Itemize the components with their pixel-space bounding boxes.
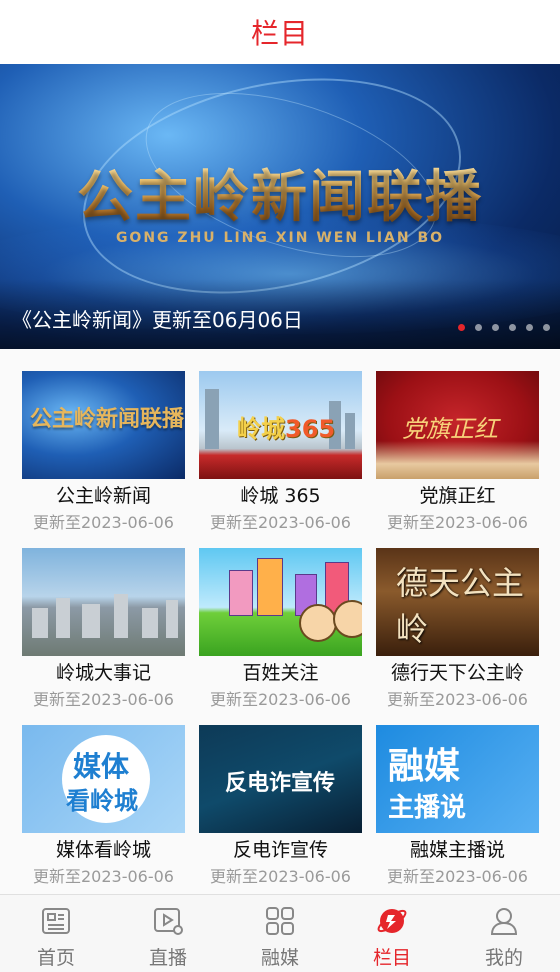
live-video-icon xyxy=(154,908,183,935)
tab-label: 首页 xyxy=(36,947,75,969)
thumbnail-title: 媒体 xyxy=(73,750,130,783)
thumbnail-subtitle: 看岭城 xyxy=(66,787,138,815)
program-card[interactable]: 岭城365 岭城 365 更新至2023-06-06 xyxy=(199,371,362,533)
cartoon-face xyxy=(333,600,362,638)
program-thumbnail[interactable] xyxy=(22,548,185,656)
banner-carousel[interactable]: 公主岭新闻联播 GONG ZHU LING XIN WEN LIAN BO 《公… xyxy=(0,64,560,349)
cartoon-face xyxy=(299,604,337,642)
home-doc-icon xyxy=(42,908,70,934)
grid-icon xyxy=(266,907,294,935)
carousel-dot[interactable] xyxy=(543,324,550,331)
program-card[interactable]: 岭城大事记 更新至2023-06-06 xyxy=(22,548,185,710)
banner-caption: 《公主岭新闻》更新至06月06日 xyxy=(12,308,303,332)
building-shape xyxy=(32,608,48,638)
program-thumbnail[interactable]: 党旗正红 xyxy=(376,371,539,479)
program-update-date: 更新至2023-06-06 xyxy=(33,867,174,886)
bottom-tab-bar: 首页 直播 融媒 栏目 我的 xyxy=(0,894,560,972)
tab-label: 直播 xyxy=(148,947,187,969)
program-card[interactable]: 反电诈宣传 反电诈宣传 更新至2023-06-06 xyxy=(199,725,362,887)
program-update-date: 更新至2023-06-06 xyxy=(387,513,528,532)
building-shape xyxy=(205,389,219,449)
program-update-date: 更新至2023-06-06 xyxy=(33,513,174,532)
carousel-indicators xyxy=(458,324,550,331)
carousel-dot[interactable] xyxy=(475,324,482,331)
program-thumbnail[interactable] xyxy=(199,548,362,656)
program-card[interactable]: 媒体 看岭城 媒体看岭城 更新至2023-06-06 xyxy=(22,725,185,887)
program-update-date: 更新至2023-06-06 xyxy=(210,867,351,886)
thumbnail-title: 公主岭新闻联播 xyxy=(30,406,185,432)
program-card[interactable]: 百姓关注 更新至2023-06-06 xyxy=(199,548,362,710)
building-shape xyxy=(229,570,253,616)
program-card[interactable]: 德天公主岭 德行天下公主岭 更新至2023-06-06 xyxy=(376,548,539,710)
cloud-wave xyxy=(376,441,539,479)
program-name: 德行天下公主岭 xyxy=(390,662,524,684)
building-shape xyxy=(114,594,128,638)
thumbnail-subtitle: 主播说 xyxy=(388,793,467,823)
program-thumbnail[interactable]: 德天公主岭 xyxy=(376,548,539,656)
thumbnail-title: 党旗正红 xyxy=(402,415,498,443)
tab-label: 栏目 xyxy=(372,947,411,969)
program-name: 公主岭新闻 xyxy=(55,485,151,507)
carousel-dot[interactable] xyxy=(509,324,516,331)
program-update-date: 更新至2023-06-06 xyxy=(33,690,174,709)
page-title: 栏目 xyxy=(250,17,309,50)
banner-pinyin: GONG ZHU LING XIN WEN LIAN BO xyxy=(115,230,445,246)
building-shape xyxy=(142,608,158,638)
program-grid: 公主岭新闻联播 公主岭新闻 更新至2023-06-06 岭城365 岭城 365… xyxy=(0,349,560,894)
user-icon xyxy=(490,908,518,935)
carousel-dot[interactable] xyxy=(526,324,533,331)
program-thumbnail[interactable]: 融媒 主播说 xyxy=(376,725,539,833)
tab-home[interactable]: 首页 xyxy=(0,895,112,972)
top-header: 栏目 xyxy=(0,0,560,65)
building-shape xyxy=(56,598,70,638)
program-thumbnail[interactable]: 公主岭新闻联播 xyxy=(22,371,185,479)
tab-label: 我的 xyxy=(484,947,523,969)
thumbnail-title: 反电诈宣传 xyxy=(225,771,336,796)
thumbnail-title: 融媒 xyxy=(388,746,461,787)
program-name: 媒体看岭城 xyxy=(55,839,151,861)
building-shape xyxy=(345,413,355,449)
program-name: 党旗正红 xyxy=(419,485,496,507)
thumbnail-title: 岭城365 xyxy=(237,415,336,443)
building-shape xyxy=(82,604,100,638)
program-name: 岭城 365 xyxy=(240,485,321,507)
program-update-date: 更新至2023-06-06 xyxy=(387,690,528,709)
program-update-date: 更新至2023-06-06 xyxy=(210,690,351,709)
program-thumbnail[interactable]: 岭城365 xyxy=(199,371,362,479)
program-update-date: 更新至2023-06-06 xyxy=(210,513,351,532)
program-card[interactable]: 党旗正红 党旗正红 更新至2023-06-06 xyxy=(376,371,539,533)
column-planet-icon xyxy=(377,909,407,933)
tab-columns[interactable]: 栏目 xyxy=(336,895,448,972)
program-card[interactable]: 公主岭新闻联播 公主岭新闻 更新至2023-06-06 xyxy=(22,371,185,533)
program-name: 反电诈宣传 xyxy=(232,839,328,861)
carousel-dot[interactable] xyxy=(492,324,499,331)
tab-live[interactable]: 直播 xyxy=(112,895,224,972)
building-shape xyxy=(166,600,178,638)
building-shape xyxy=(257,558,283,616)
tab-profile[interactable]: 我的 xyxy=(448,895,560,972)
program-card[interactable]: 融媒 主播说 融媒主播说 更新至2023-06-06 xyxy=(376,725,539,887)
program-name: 百姓关注 xyxy=(242,662,319,684)
tab-label: 融媒 xyxy=(260,947,299,969)
banner-title: 公主岭新闻联播 xyxy=(70,152,490,233)
program-update-date: 更新至2023-06-06 xyxy=(387,867,528,886)
program-name: 融媒主播说 xyxy=(409,839,505,861)
program-thumbnail[interactable]: 媒体 看岭城 xyxy=(22,725,185,833)
tab-media[interactable]: 融媒 xyxy=(224,895,336,972)
program-thumbnail[interactable]: 反电诈宣传 xyxy=(199,725,362,833)
thumbnail-title: 德天公主岭 xyxy=(396,564,525,648)
program-name: 岭城大事记 xyxy=(55,662,151,684)
carousel-dot[interactable] xyxy=(458,324,465,331)
